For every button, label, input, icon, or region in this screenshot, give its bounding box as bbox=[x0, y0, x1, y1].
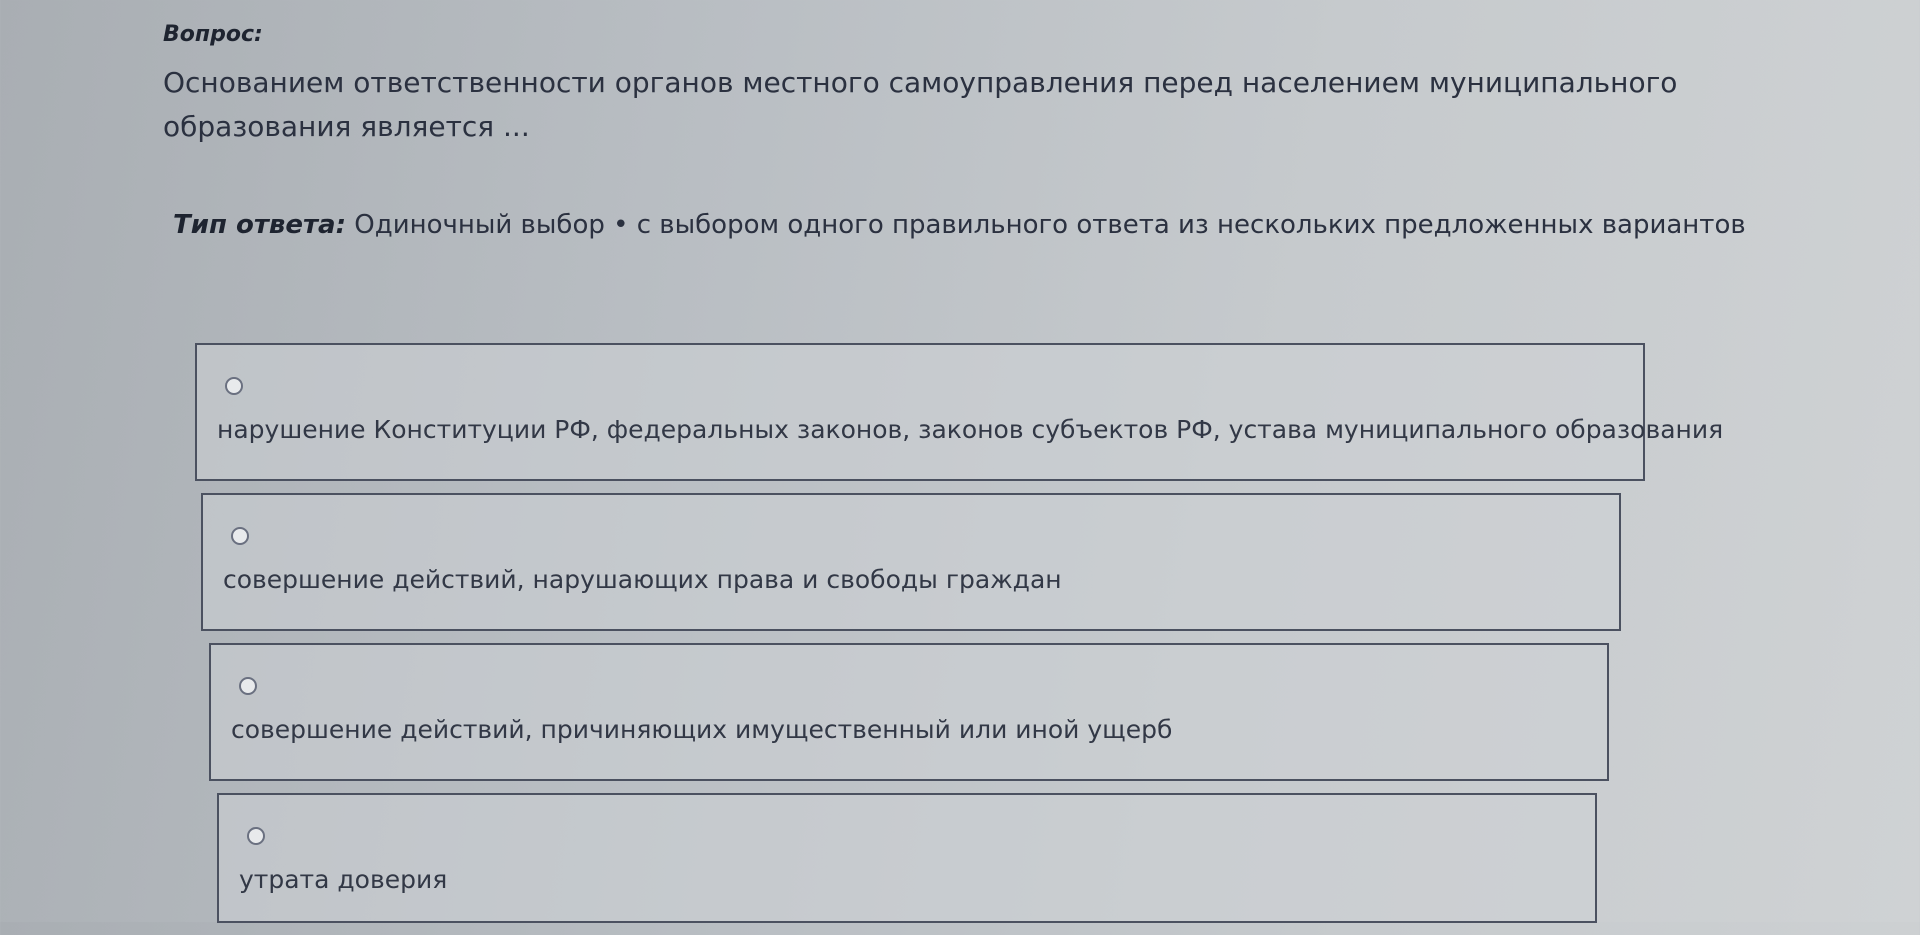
radio-button-icon[interactable] bbox=[231, 527, 249, 545]
answer-option-label: совершение действий, причиняющих имущест… bbox=[231, 715, 1173, 744]
radio-button-icon[interactable] bbox=[247, 827, 265, 845]
question-label: Вопрос: bbox=[163, 22, 263, 47]
answer-option-label: нарушение Конституции РФ, федеральных за… bbox=[217, 415, 1724, 444]
answer-type: Тип ответа: Одиночный выбор • с выбором … bbox=[173, 210, 1746, 240]
answer-option-label: совершение действий, нарушающих права и … bbox=[223, 565, 1062, 594]
radio-button-icon[interactable] bbox=[239, 677, 257, 695]
radio-button-icon[interactable] bbox=[225, 377, 243, 395]
answer-type-label: Тип ответа: bbox=[173, 210, 346, 240]
question-text: Основанием ответственности органов местн… bbox=[163, 66, 1678, 143]
answer-option[interactable]: нарушение Конституции РФ, федеральных за… bbox=[195, 343, 1723, 481]
answer-type-value: Одиночный выбор • с выбором одного прави… bbox=[354, 210, 1746, 240]
answer-option[interactable]: утрата доверия bbox=[217, 793, 1597, 923]
answer-options: нарушение Конституции РФ, федеральных за… bbox=[195, 343, 1723, 935]
answer-option[interactable]: совершение действий, причиняющих имущест… bbox=[209, 643, 1609, 781]
answer-option-label: утрата доверия bbox=[239, 865, 448, 894]
answer-option[interactable]: совершение действий, нарушающих права и … bbox=[201, 493, 1621, 631]
question-block: Вопрос: Основанием ответственности орган… bbox=[163, 22, 1723, 149]
